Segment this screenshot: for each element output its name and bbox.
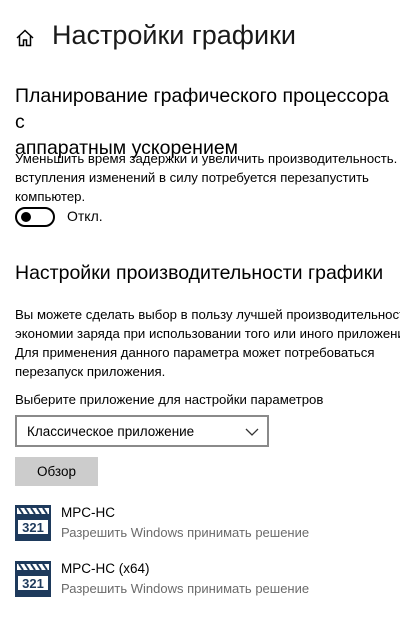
hags-toggle[interactable] — [15, 207, 55, 227]
perf-description: Вы можете сделать выбор в пользу лучшей … — [15, 305, 400, 381]
app-icon-text: 321 — [22, 520, 44, 535]
page-header: Настройки графики — [0, 18, 400, 62]
chevron-down-icon — [245, 428, 259, 436]
toggle-knob — [21, 212, 31, 222]
perf-desc-line-1: Вы можете сделать выбор в пользу лучшей … — [15, 307, 400, 322]
app-gpu-preference: Разрешить Windows принимать решение — [61, 581, 310, 596]
mpc-hc-icon: 321 — [15, 561, 51, 597]
browse-button[interactable]: Обзор — [15, 457, 98, 486]
perf-desc-line-2: экономии заряда при использовании того и… — [15, 326, 400, 341]
hags-description: Уменьшить время задержки и увеличить про… — [15, 149, 400, 206]
hags-desc-line-1: Уменьшить время задержки и увеличить про… — [15, 151, 400, 166]
home-icon[interactable] — [15, 28, 35, 48]
app-gpu-preference: Разрешить Windows принимать решение — [61, 525, 310, 540]
mpc-hc-icon: 321 — [15, 505, 51, 541]
hags-desc-line-2: вступления изменений в силу потребуется … — [15, 170, 369, 185]
hags-toggle-label: Откл. — [67, 208, 103, 224]
hags-toggle-row: Откл. — [15, 207, 215, 229]
page-title: Настройки графики — [52, 20, 296, 50]
perf-desc-line-3: Для применения данного параметра может п… — [15, 345, 375, 360]
app-type-select-label: Выберите приложение для настройки параме… — [15, 392, 324, 407]
app-name: MPC-HC (x64) — [61, 561, 150, 576]
app-type-select-value: Классическое приложение — [27, 424, 195, 439]
app-type-select[interactable]: Классическое приложение — [15, 415, 269, 447]
app-list-item[interactable]: 321 MPC-HC Разрешить Windows принимать р… — [15, 503, 395, 543]
hags-desc-line-3: компьютер. — [15, 189, 86, 204]
app-icon-text: 321 — [22, 576, 44, 591]
hags-title-line-1: Планирование графического процессора с — [15, 85, 389, 133]
app-list-item[interactable]: 321 MPC-HC (x64) Разрешить Windows прини… — [15, 559, 395, 599]
app-name: MPC-HC — [61, 505, 115, 520]
perf-desc-line-4: перезапуск приложения. — [15, 364, 166, 379]
perf-section-title: Настройки производительности графики — [15, 262, 384, 284]
